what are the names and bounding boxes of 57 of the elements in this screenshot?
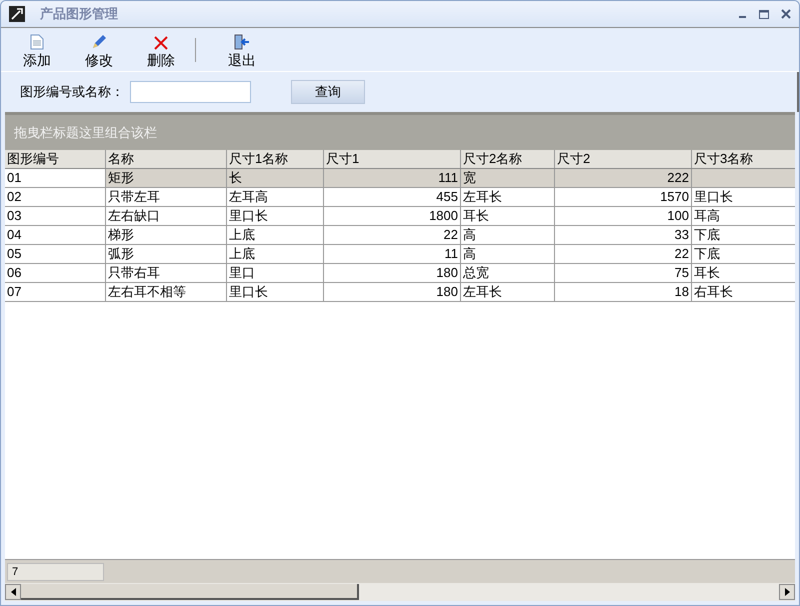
column-header[interactable]: 尺寸2名称 bbox=[461, 150, 555, 168]
group-panel-hint: 拖曳栏标题这里组合该栏 bbox=[14, 124, 157, 142]
scroll-right-icon[interactable] bbox=[784, 588, 790, 596]
search-field[interactable] bbox=[130, 81, 251, 103]
table-cell: 梯形 bbox=[106, 226, 227, 244]
pen-icon bbox=[91, 34, 107, 50]
table-cell: 总宽 bbox=[461, 264, 555, 282]
column-header[interactable]: 图形编号 bbox=[5, 150, 106, 168]
cross-icon bbox=[154, 36, 168, 50]
table-cell: 左右缺口 bbox=[106, 207, 227, 225]
table-cell: 耳长 bbox=[461, 207, 555, 225]
table-cell: 上底 bbox=[227, 226, 324, 244]
table-cell: 06 bbox=[5, 264, 106, 282]
table-cell: 长 bbox=[227, 169, 324, 187]
toolbar-button[interactable]: 删除 bbox=[143, 36, 179, 68]
table-cell: 01 bbox=[5, 169, 106, 187]
query-button[interactable]: 查询 bbox=[291, 80, 365, 104]
table-cell: 左右耳不相等 bbox=[106, 283, 227, 301]
table-cell: 只带左耳 bbox=[106, 188, 227, 206]
table-cell: 左耳高 bbox=[227, 188, 324, 206]
toolbar-button[interactable]: 退出 bbox=[224, 34, 260, 68]
scroll-left-icon[interactable] bbox=[10, 588, 16, 596]
horizontal-scrollbar[interactable] bbox=[5, 583, 795, 601]
column-header[interactable]: 尺寸2 bbox=[555, 150, 692, 168]
table-cell: 上底 bbox=[227, 245, 324, 263]
table-cell: 矩形 bbox=[106, 169, 227, 187]
table-cell: 里口长 bbox=[227, 283, 324, 301]
door-exit-icon bbox=[234, 34, 250, 50]
toolbar-button[interactable]: 添加 bbox=[19, 34, 55, 68]
column-header[interactable]: 尺寸3名称 bbox=[692, 150, 795, 168]
maximize-icon[interactable] bbox=[759, 10, 769, 18]
table-cell: 弧形 bbox=[106, 245, 227, 263]
table-cell: 03 bbox=[5, 207, 106, 225]
table-cell: 只带右耳 bbox=[106, 264, 227, 282]
table-cell: 里口 bbox=[227, 264, 324, 282]
table-cell: 222 bbox=[555, 169, 692, 187]
app-icon bbox=[9, 6, 25, 22]
column-header[interactable]: 名称 bbox=[106, 150, 227, 168]
table-cell: 04 bbox=[5, 226, 106, 244]
table-cell: 07 bbox=[5, 283, 106, 301]
close-icon[interactable] bbox=[781, 9, 791, 19]
document-icon bbox=[30, 34, 44, 50]
search-label: 图形编号或名称： bbox=[20, 83, 124, 102]
table-cell: 高 bbox=[461, 226, 555, 244]
table-cell: 高 bbox=[461, 245, 555, 263]
toolbar-button[interactable]: 修改 bbox=[81, 34, 117, 68]
table-cell: 左耳长 bbox=[461, 283, 555, 301]
column-header[interactable]: 尺寸1 bbox=[324, 150, 461, 168]
table-cell: 111 bbox=[324, 169, 461, 187]
table-cell: 左耳长 bbox=[461, 188, 555, 206]
table-cell: 02 bbox=[5, 188, 106, 206]
table-cell: 宽 bbox=[461, 169, 555, 187]
record-count: 7 bbox=[7, 562, 104, 580]
table-cell: 里口长 bbox=[227, 207, 324, 225]
window-title: 产品图形管理 bbox=[40, 5, 118, 24]
table-cell: 05 bbox=[5, 245, 106, 263]
column-header[interactable]: 尺寸1名称 bbox=[227, 150, 324, 168]
